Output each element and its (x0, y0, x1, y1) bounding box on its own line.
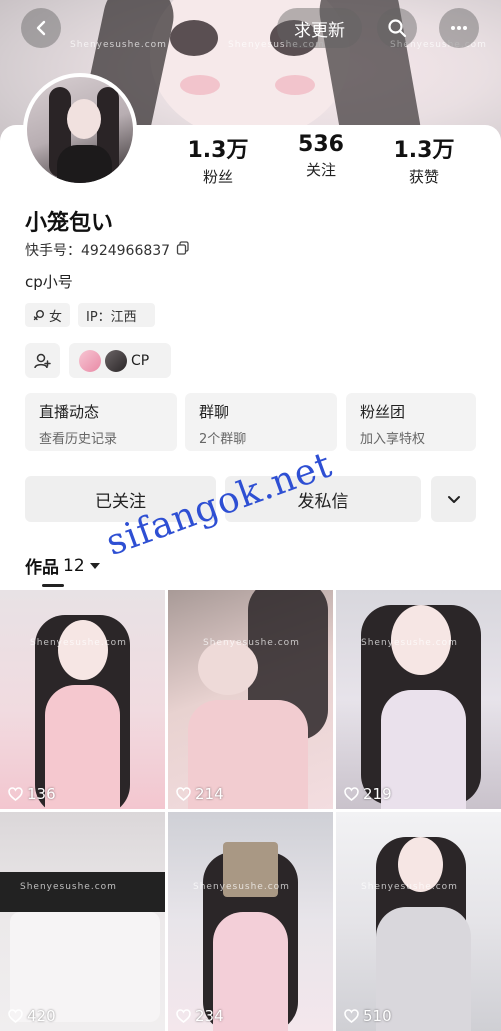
heart-icon (176, 1009, 191, 1023)
like-count: 420 (8, 1007, 56, 1025)
heart-icon (176, 787, 191, 801)
expand-button[interactable] (431, 476, 476, 522)
chevron-left-icon (36, 20, 46, 36)
heart-icon (344, 787, 359, 801)
more-dots-icon (451, 26, 467, 30)
works-tab[interactable]: 作品 12 (25, 553, 101, 578)
request-update-button[interactable]: 求更新 (277, 8, 362, 48)
cp-avatar (105, 349, 127, 372)
video-thumbnail[interactable]: Shenyesushe.com 219 (336, 590, 501, 809)
like-count: 234 (176, 1007, 224, 1025)
heart-icon (344, 1009, 359, 1023)
search-icon (388, 19, 407, 38)
banner-watermark: Shenyesushe.com (70, 40, 167, 50)
ip-tag: IP：江西 (78, 303, 155, 327)
video-grid: Shenyesushe.com 136 Shenyesushe.com 214 … (0, 590, 501, 1031)
profile-name: 小笼包い (25, 211, 114, 236)
stat-value: 1.3万 (187, 138, 249, 163)
like-count: 510 (344, 1007, 392, 1025)
live-history-card[interactable]: 直播动态 查看历史记录 (25, 393, 177, 451)
stat-following[interactable]: 536 关注 (281, 132, 361, 180)
heart-icon (8, 787, 23, 801)
fan-club-card[interactable]: 粉丝团 加入享特权 (346, 393, 476, 451)
more-button[interactable] (439, 8, 479, 48)
avatar[interactable] (23, 73, 137, 187)
search-button[interactable] (377, 8, 417, 48)
caret-down-icon (89, 562, 100, 569)
cp-avatar (79, 349, 101, 372)
cp-label: CP (131, 352, 150, 369)
stat-label: 关注 (305, 161, 336, 179)
video-thumbnail[interactable]: Shenyesushe.com 510 (336, 812, 501, 1031)
add-user-icon (33, 353, 51, 368)
stat-value: 536 (298, 132, 344, 157)
video-thumbnail[interactable]: Shenyesushe.com 136 (0, 590, 165, 809)
stat-fans[interactable]: 1.3万 粉丝 (178, 132, 258, 187)
gender-tag: 女 (25, 303, 70, 327)
like-count: 214 (176, 785, 224, 803)
chevron-down-icon (447, 496, 460, 503)
add-friend-button[interactable] (25, 343, 60, 378)
tab-indicator (42, 584, 64, 587)
stat-value: 1.3万 (393, 138, 455, 163)
kuaishou-id-label: 快手号： (25, 243, 81, 259)
video-thumbnail[interactable]: Shenyesushe.com 234 (168, 812, 333, 1031)
like-count: 219 (344, 785, 392, 803)
female-icon (33, 310, 44, 321)
stat-label: 粉丝 (202, 168, 233, 186)
group-chat-card[interactable]: 群聊 2个群聊 (185, 393, 337, 451)
stat-likes[interactable]: 1.3万 获赞 (384, 132, 464, 187)
profile-bio: cp小号 (25, 273, 73, 291)
video-thumbnail[interactable]: Shenyesushe.com 420 (0, 812, 165, 1031)
cp-chip[interactable]: CP (69, 343, 171, 378)
copy-icon[interactable] (176, 241, 190, 259)
back-button[interactable] (21, 8, 61, 48)
heart-icon (8, 1009, 23, 1023)
stat-label: 获赞 (408, 168, 439, 186)
like-count: 136 (8, 785, 56, 803)
video-thumbnail[interactable]: Shenyesushe.com 214 (168, 590, 333, 809)
kuaishou-id: 4924966837 (81, 243, 171, 259)
kuaishou-id-row: 快手号：4924966837 (25, 240, 190, 260)
